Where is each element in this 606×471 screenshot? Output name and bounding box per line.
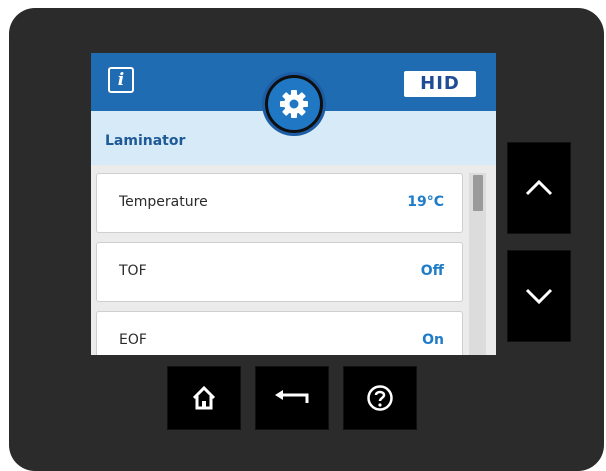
row-value: Off	[420, 263, 444, 279]
row-value: 19°C	[407, 194, 444, 210]
settings-button[interactable]	[262, 72, 326, 136]
touch-screen: i HID Laminator Temperature 19°C TOF Off…	[91, 53, 496, 355]
home-icon	[192, 385, 216, 410]
help-button[interactable]	[343, 366, 417, 430]
list-item-temperature[interactable]: Temperature 19°C	[96, 173, 463, 233]
brand-logo: HID	[404, 71, 476, 97]
info-icon[interactable]: i	[108, 67, 134, 93]
home-button[interactable]	[167, 366, 241, 430]
scroll-up-button[interactable]	[507, 142, 571, 234]
scroll-thumb[interactable]	[473, 175, 483, 211]
row-label: EOF	[119, 332, 147, 348]
back-arrow-icon	[275, 390, 309, 403]
scroll-down-button[interactable]	[507, 250, 571, 342]
gear-icon	[280, 90, 308, 118]
chevron-up-icon	[525, 179, 553, 196]
chevron-down-icon	[525, 288, 553, 305]
list-item-eof[interactable]: EOF On	[96, 311, 463, 355]
help-icon	[367, 385, 393, 411]
list-item-tof[interactable]: TOF Off	[96, 242, 463, 302]
section-title: Laminator	[105, 133, 186, 149]
row-value: On	[422, 332, 444, 348]
back-button[interactable]	[255, 366, 329, 430]
settings-list: Temperature 19°C TOF Off EOF On	[96, 173, 466, 355]
row-label: Temperature	[119, 194, 208, 210]
scrollbar[interactable]	[469, 173, 486, 355]
row-label: TOF	[119, 263, 147, 279]
